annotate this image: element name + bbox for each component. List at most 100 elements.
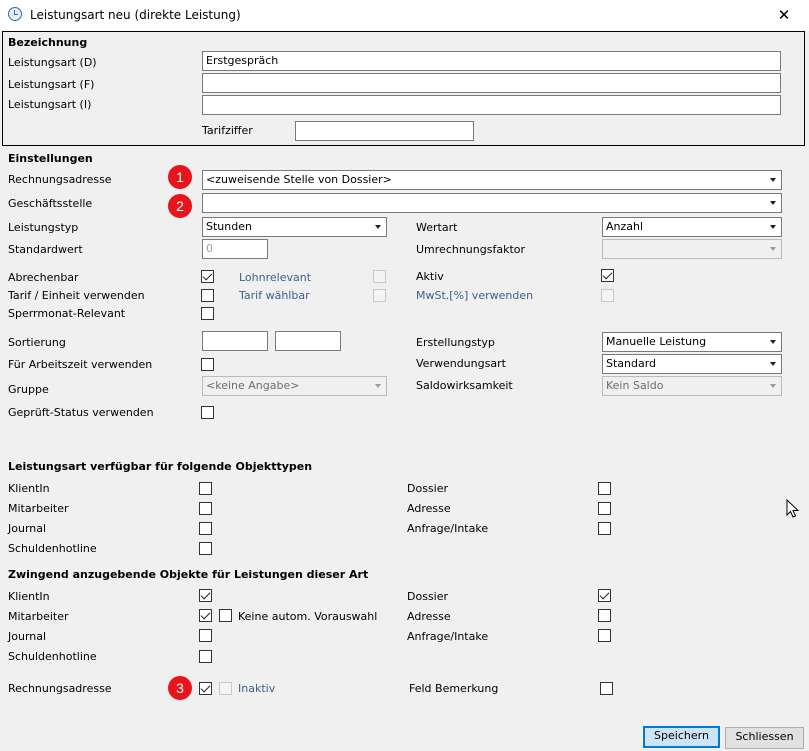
- annotation-badge-1: 1: [168, 165, 192, 189]
- window-title: Leistungsart neu (direkte Leistung): [30, 8, 241, 22]
- verfuegbar-dossier-checkbox[interactable]: [598, 482, 611, 495]
- verwendungsart-label: Verwendungsart: [416, 357, 506, 370]
- chevron-down-icon: [770, 201, 776, 205]
- verfuegbar-adresse-checkbox[interactable]: [598, 502, 611, 515]
- gruppe-label: Gruppe: [8, 383, 49, 396]
- verfuegbar-mitarbeiter-checkbox[interactable]: [199, 502, 212, 515]
- leistungsart-d-label: Leistungsart (D): [8, 56, 97, 69]
- leistungsart-i-input[interactable]: [202, 95, 781, 115]
- mwst-checkbox[interactable]: [601, 289, 614, 302]
- lohnrelevant-label: Lohnrelevant: [239, 271, 312, 284]
- verfuegbar-adresse-label: Adresse: [407, 502, 451, 515]
- feld-bemerkung-checkbox[interactable]: [600, 682, 613, 695]
- zwingend-klientin-checkbox[interactable]: [199, 589, 212, 602]
- close-icon[interactable]: ✕: [764, 2, 804, 28]
- abrechenbar-label: Abrechenbar: [8, 271, 79, 284]
- verfuegbar-mitarbeiter-label: Mitarbeiter: [8, 502, 69, 515]
- abrechenbar-checkbox[interactable]: [201, 270, 214, 283]
- verfuegbar-journal-checkbox[interactable]: [199, 522, 212, 535]
- zwingend-anfrage-label: Anfrage/Intake: [407, 630, 489, 643]
- standardwert-value: 0: [206, 242, 213, 255]
- chevron-down-icon: [770, 247, 776, 251]
- rechnungsadresse-dropdown[interactable]: <zuweisende Stelle von Dossier>: [202, 170, 782, 190]
- chevron-down-icon: [375, 384, 381, 388]
- saldowirksamkeit-label: Saldowirksamkeit: [416, 379, 513, 392]
- verfuegbar-journal-label: Journal: [8, 522, 47, 535]
- gruppe-dropdown[interactable]: <keine Angabe>: [202, 376, 387, 396]
- sortierung-input-1[interactable]: [202, 331, 268, 351]
- zwingend-rechnungsadresse-checkbox[interactable]: [199, 682, 212, 695]
- verfuegbar-anfrage-checkbox[interactable]: [598, 522, 611, 535]
- inaktiv-label: Inaktiv: [238, 682, 276, 695]
- rechnungsadresse-label: Rechnungsadresse: [8, 173, 112, 186]
- annotation-badge-2: 2: [168, 194, 192, 218]
- umrechnungsfaktor-dropdown[interactable]: [602, 239, 782, 259]
- save-button[interactable]: Speichern: [643, 726, 720, 748]
- leistungsart-f-label: Leistungsart (F): [8, 78, 95, 91]
- verfuegbar-anfrage-label: Anfrage/Intake: [407, 522, 489, 535]
- erstellungstyp-label: Erstellungstyp: [416, 336, 495, 349]
- geprueft-label: Geprüft-Status verwenden: [8, 406, 154, 419]
- verfuegbar-header: Leistungsart verfügbar für folgende Obje…: [8, 460, 313, 473]
- wertart-dropdown[interactable]: Anzahl: [602, 217, 782, 237]
- zwingend-mitarbeiter-checkbox[interactable]: [199, 609, 212, 622]
- zwingend-klientin-label: KlientIn: [8, 590, 50, 603]
- bezeichnung-header: Bezeichnung: [8, 36, 88, 49]
- zwingend-mitarbeiter-label: Mitarbeiter: [8, 610, 69, 623]
- saldowirksamkeit-dropdown[interactable]: Kein Saldo: [602, 376, 782, 396]
- inaktiv-checkbox[interactable]: [219, 682, 232, 695]
- zwingend-journal-checkbox[interactable]: [199, 629, 212, 642]
- verfuegbar-schuldenhotline-checkbox[interactable]: [199, 542, 212, 555]
- aktiv-checkbox[interactable]: [601, 269, 614, 282]
- saldowirksamkeit-value: Kein Saldo: [606, 379, 664, 392]
- arbeitszeit-label: Für Arbeitszeit verwenden: [8, 358, 153, 371]
- sperrmonat-checkbox[interactable]: [201, 307, 214, 320]
- geprueft-checkbox[interactable]: [201, 406, 214, 419]
- clock-icon: [8, 7, 22, 21]
- erstellungstyp-value: Manuelle Leistung: [606, 335, 707, 348]
- rechnungsadresse-value: <zuweisende Stelle von Dossier>: [206, 173, 392, 186]
- zwingend-dossier-checkbox[interactable]: [598, 589, 611, 602]
- chevron-down-icon: [770, 362, 776, 366]
- zwingend-adresse-label: Adresse: [407, 610, 451, 623]
- tarif-einheit-checkbox[interactable]: [201, 289, 214, 302]
- chevron-down-icon: [770, 178, 776, 182]
- tarif-waehlbar-label: Tarif wählbar: [239, 289, 310, 302]
- tarif-einheit-label: Tarif / Einheit verwenden: [8, 289, 145, 302]
- zwingend-anfrage-checkbox[interactable]: [598, 629, 611, 642]
- geschaeftsstelle-label: Geschäftsstelle: [8, 197, 93, 210]
- tarifziffer-input[interactable]: [295, 121, 474, 141]
- feld-bemerkung-label: Feld Bemerkung: [409, 682, 499, 695]
- leistungsart-f-input[interactable]: [202, 73, 781, 93]
- zwingend-journal-label: Journal: [8, 630, 47, 643]
- verfuegbar-klientin-label: KlientIn: [8, 482, 50, 495]
- close-button[interactable]: Schliessen: [725, 727, 804, 749]
- tarif-waehlbar-checkbox[interactable]: [373, 289, 386, 302]
- verwendungsart-dropdown[interactable]: Standard: [602, 354, 782, 374]
- standardwert-label: Standardwert: [8, 243, 83, 256]
- geschaeftsstelle-dropdown[interactable]: [202, 193, 782, 213]
- zwingend-adresse-checkbox[interactable]: [598, 609, 611, 622]
- leistungsart-d-input[interactable]: Erstgespräch: [202, 51, 781, 71]
- sortierung-input-2[interactable]: [275, 331, 341, 351]
- mwst-label: MwSt.[%] verwenden: [416, 289, 534, 302]
- keine-autom-checkbox[interactable]: [219, 609, 232, 622]
- verfuegbar-dossier-label: Dossier: [407, 482, 449, 495]
- lohnrelevant-checkbox[interactable]: [373, 270, 386, 283]
- erstellungstyp-dropdown[interactable]: Manuelle Leistung: [602, 332, 782, 352]
- chevron-down-icon: [770, 225, 776, 229]
- arbeitszeit-checkbox[interactable]: [201, 358, 214, 371]
- keine-autom-label: Keine autom. Vorauswahl: [238, 610, 378, 623]
- verfuegbar-schuldenhotline-label: Schuldenhotline: [8, 542, 97, 555]
- standardwert-input[interactable]: 0: [202, 239, 268, 259]
- title-bar: Leistungsart neu (direkte Leistung) ✕: [0, 0, 809, 31]
- leistungstyp-dropdown[interactable]: Stunden: [202, 217, 387, 237]
- umrechnungsfaktor-label: Umrechnungsfaktor: [416, 243, 526, 256]
- zwingend-dossier-label: Dossier: [407, 590, 449, 603]
- leistungstyp-label: Leistungstyp: [8, 221, 79, 234]
- zwingend-header: Zwingend anzugebende Objekte für Leistun…: [8, 568, 369, 581]
- zwingend-schuldenhotline-checkbox[interactable]: [199, 650, 212, 663]
- chevron-down-icon: [770, 384, 776, 388]
- verwendungsart-value: Standard: [606, 357, 657, 370]
- verfuegbar-klientin-checkbox[interactable]: [199, 482, 212, 495]
